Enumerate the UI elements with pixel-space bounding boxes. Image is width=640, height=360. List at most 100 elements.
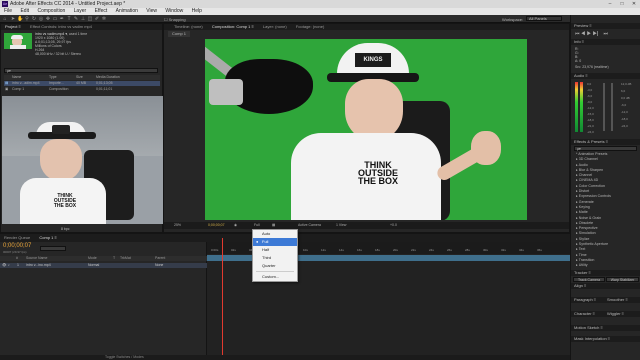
toggle-switches-modes[interactable]: Toggle Switches / Modes [105, 355, 144, 360]
db-label: -12,0 [621, 110, 628, 114]
minimize-button[interactable]: – [604, 0, 616, 8]
tab-timeline[interactable]: Timeline: (none) [174, 24, 203, 29]
menu-layer[interactable]: Layer [74, 8, 87, 14]
layer-row[interactable]: 👁 ♪ 1 intro v...ino.mp4 Normal None [0, 263, 207, 268]
menu-item-label: Quarter [262, 263, 276, 268]
row-duration: 0;01;11;01 [96, 87, 113, 91]
menu-composition[interactable]: Composition [37, 8, 65, 14]
layer-parent[interactable]: None [155, 263, 163, 268]
tab-composition[interactable]: Composition: Comp 1 ≡ [212, 24, 254, 29]
db-label: 6,0 [621, 89, 626, 93]
snapshot-icon[interactable]: ◉ [234, 222, 237, 229]
brush-tool-icon[interactable]: ✎ [73, 16, 79, 22]
tab-effect-controls[interactable]: Effect Controls: intro vs vadim mp4 [30, 24, 92, 29]
resolution-dropdown[interactable]: Full [254, 222, 260, 229]
character-panel-head[interactable]: Character ≡ Wiggler ≡ [571, 311, 640, 317]
pan-behind-tool-icon[interactable]: ✥ [45, 16, 51, 22]
timeline-timecode[interactable]: 0;00;00;07 [3, 243, 31, 249]
hand-tool-icon[interactable]: ✋ [17, 16, 23, 22]
first-frame-icon[interactable]: ⏮ [575, 31, 580, 37]
tab-layer[interactable]: Layer: (none) [263, 24, 287, 29]
tab-project[interactable]: Project ≡ [5, 24, 21, 29]
rotate-tool-icon[interactable]: ↻ [31, 16, 37, 22]
layer-mode[interactable]: Normal [88, 263, 99, 268]
timeline-footer: Toggle Switches / Modes [0, 355, 570, 360]
snapping-checkbox[interactable]: ☐ Snapping [164, 17, 186, 22]
menu-item-custom[interactable]: Custom... [253, 273, 297, 281]
paragraph-panel-head[interactable]: Paragraph ≡ Smoother ≡ [571, 297, 640, 303]
menu-edit[interactable]: Edit [20, 8, 29, 14]
type-tool-icon[interactable]: T [66, 16, 72, 22]
menu-effect[interactable]: Effect [95, 8, 108, 14]
comp-subtab[interactable]: Comp 1 [168, 31, 191, 37]
zoom-dropdown[interactable]: 25% [174, 222, 181, 229]
menu-item-half[interactable]: Half [253, 246, 297, 254]
roto-tool-icon[interactable]: ✐ [94, 16, 100, 22]
menu-help[interactable]: Help [192, 8, 202, 14]
col-name[interactable]: Name [12, 75, 21, 80]
timeline-search-input[interactable] [40, 246, 66, 251]
project-search-input[interactable]: ρ▾ [4, 68, 158, 73]
composition-frame[interactable]: KINGS THINK OUTSIDE THE BOX [205, 39, 527, 220]
menu-item-full[interactable]: ● Full [253, 238, 297, 246]
table-row[interactable]: ▣ Comp 1 Composition 0;01;11;01 [4, 87, 160, 92]
effects-panel-head[interactable]: Effects & Presets ≡ [571, 139, 640, 145]
prev-frame-icon[interactable]: ◀ [581, 31, 585, 37]
menu-item-auto[interactable]: Auto [253, 230, 297, 238]
col-type[interactable]: Type [49, 75, 57, 80]
exposure-value[interactable]: +0.0 [390, 222, 397, 229]
play-icon[interactable]: ▶ [587, 31, 591, 37]
right-panels: Preview ≡ ⏮ ◀ ▶ ▶▏ ⏭ Info ≡ R: G: B: A: … [570, 15, 640, 360]
next-frame-icon[interactable]: ▶▏ [593, 31, 602, 37]
camera-dropdown[interactable]: Active Camera [298, 222, 321, 229]
last-frame-icon[interactable]: ⏭ [603, 31, 608, 37]
menu-item-quarter[interactable]: Quarter [253, 262, 297, 270]
eye-icon[interactable]: 👁 [2, 263, 6, 268]
menu-animation[interactable]: Animation [116, 8, 138, 14]
menu-view[interactable]: View [146, 8, 157, 14]
tracker-buttons: Track Camera Warp Stabilizer [571, 276, 640, 283]
ruler-mark: 20s [393, 248, 398, 252]
view-dropdown[interactable]: 1 View [336, 222, 346, 229]
camera-tool-icon[interactable]: ◎ [38, 16, 44, 22]
audio-slider-right[interactable] [611, 83, 613, 131]
ruler-mark: 16s [357, 248, 362, 252]
workspace-dropdown[interactable]: All Panels [526, 16, 562, 21]
audio-db-scale: 0,0 -3,0 -6,0 -9,0 -12,0 -15,0 -18,0 -21… [587, 81, 594, 135]
audio-slider-left[interactable] [603, 83, 605, 131]
audio-icon[interactable]: ♪ [8, 263, 10, 268]
ruler-mark: 30s [483, 248, 488, 252]
close-button[interactable]: ✕ [628, 0, 640, 8]
title-bar: Ae Adobe After Effects CC 2014 - Untitle… [0, 0, 640, 8]
warp-stabilizer-button[interactable]: Warp Stabilizer [606, 277, 639, 282]
tab-render-queue[interactable]: Render Queue [4, 235, 30, 240]
effects-search-input[interactable]: ρ▾ [574, 146, 637, 151]
menu-file[interactable]: File [4, 8, 12, 14]
smoother-label[interactable]: Smoother ≡ [607, 297, 628, 303]
tab-footage[interactable]: Footage: (none) [296, 24, 324, 29]
puppet-tool-icon[interactable]: ✲ [101, 16, 107, 22]
track-camera-button[interactable]: Track Camera [573, 277, 605, 282]
db-label: -24,0 [621, 124, 628, 128]
current-time-indicator[interactable] [222, 238, 223, 360]
zoom-tool-icon[interactable]: ⚲ [24, 16, 30, 22]
wiggler-label[interactable]: Wiggler ≡ [607, 311, 624, 317]
pen-tool-icon[interactable]: ✒ [59, 16, 65, 22]
roi-icon[interactable]: ▦ [272, 222, 275, 229]
stamp-tool-icon[interactable]: ⊥ [80, 16, 86, 22]
list-item[interactable]: ▸ Utility [571, 263, 640, 268]
table-row[interactable]: ▤ intro v...adim.mp4 Importe... 40 MB 0;… [4, 81, 160, 86]
col-size[interactable]: Size [76, 75, 83, 80]
menu-item-third[interactable]: Third [253, 254, 297, 262]
viewer-timecode[interactable]: 0;00;00;07 [208, 222, 225, 229]
mask-interpolation-panel-head[interactable]: Mask Interpolation ≡ [571, 336, 640, 342]
eraser-tool-icon[interactable]: ◫ [87, 16, 93, 22]
bpc-label[interactable]: 8 bpc [61, 227, 70, 231]
home-icon[interactable]: ⌂ [2, 16, 8, 22]
selection-tool-icon[interactable]: ➤ [10, 16, 16, 22]
col-duration[interactable]: Media Duration [96, 75, 120, 80]
maximize-button[interactable]: □ [616, 0, 628, 8]
rectangle-tool-icon[interactable]: ▭ [52, 16, 58, 22]
tab-comp1[interactable]: Comp 1 ≡ [39, 235, 56, 240]
menu-window[interactable]: Window [165, 8, 183, 14]
